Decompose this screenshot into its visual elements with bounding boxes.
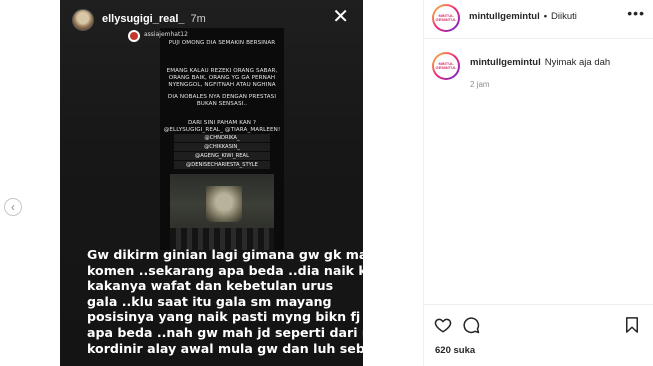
story-avatar — [72, 9, 94, 31]
logo-text: MINTUL GEMINTUL — [434, 6, 458, 30]
divider — [424, 38, 653, 39]
caption-line: kakanya wafat dan kebetulan urus — [87, 278, 334, 294]
caption-line: posisinya yang naik pasti myng bikn fj .… — [87, 309, 363, 325]
logo-line-2: GEMINTUL — [435, 65, 457, 70]
comment-avatar[interactable]: MINTUL GEMINTUL — [432, 52, 460, 80]
separator-dot: • — [543, 11, 548, 22]
story-time: 7m — [190, 13, 206, 25]
like-count[interactable]: 620 suka — [435, 345, 475, 356]
profile-avatar[interactable]: MINTUL GEMINTUL — [432, 4, 460, 32]
logo-line-2: GEMINTUL — [435, 17, 457, 22]
repost-tag: @AGENG_KIWI_REAL — [174, 152, 270, 160]
repost-tag: @CHIKKASIN_ — [174, 143, 270, 151]
repost-line-2: EMANG KALAU REZEKI ORANG SABAR, ORANG BA… — [166, 68, 278, 88]
repost-line-1: PUJI OMONG DIA SEMAKIN BERSINAR — [168, 40, 276, 46]
comment-body: Nyimak aja dah — [544, 57, 611, 68]
caption-comment: mintullgemintul Nyimak aja dah — [470, 57, 646, 68]
story-username-text: ellysugigi_real_ — [102, 13, 185, 25]
repost-photo — [170, 174, 274, 250]
story-screenshot: ellysugigi_real_ 7m ✕ assiajemhat12 PUJI … — [60, 0, 363, 366]
post-media-area: ‹ ellysugigi_real_ 7m ✕ assiajemhat12 PUJ… — [0, 0, 423, 366]
story-username: ellysugigi_real_ 7m — [102, 13, 206, 25]
repost-line-4: DARI SINI PAHAM KAN ? @ELLYSUGIGI_REAL_ … — [163, 120, 281, 133]
repost-avatar — [128, 30, 140, 42]
story-caption: Gw dikirm ginian lagi gimana gw gk mau k… — [87, 247, 363, 356]
reposted-story: assiajemhat12 PUJI OMONG DIA SEMAKIN BER… — [128, 28, 284, 250]
caption-line: gala ..klu saat itu gala sm mayang — [87, 293, 332, 309]
caption-line: kordinir alay awal mula gw dan luh sebut — [87, 340, 363, 356]
chevron-left-icon[interactable]: ‹ — [4, 198, 22, 216]
header-username[interactable]: mintullgemintul — [469, 11, 540, 22]
repost-username: assiajemhat12 — [144, 31, 188, 38]
comment-bubble-icon[interactable] — [462, 316, 480, 334]
caption-line: Gw dikirm ginian lagi gimana gw gk mau — [87, 247, 363, 262]
divider — [424, 304, 653, 305]
caption-line: komen ..sekarang apa beda ..dia naik kar… — [87, 262, 363, 278]
repost-tag: @DENISECHARIESTA_STYLE — [174, 161, 270, 169]
comment-username[interactable]: mintullgemintul — [470, 57, 541, 68]
caption-line: apa beda ..nah gw mah jd seperti dari no… — [87, 324, 363, 340]
post-side-panel: MINTUL GEMINTUL mintullgemintul • Diikuti … — [423, 0, 653, 366]
heart-icon[interactable] — [434, 316, 452, 334]
repost-line-3: DIA NOBALES NYA DENGAN PRESTASI BUKAN SE… — [167, 94, 277, 107]
bookmark-icon[interactable] — [623, 316, 641, 334]
post-header: mintullgemintul • Diikuti — [469, 11, 577, 22]
comment-time: 2 jam — [470, 80, 490, 89]
following-button[interactable]: Diikuti — [551, 11, 577, 22]
stage-screen — [206, 186, 242, 222]
repost-tag: @CHNDRIKA_ — [174, 134, 270, 142]
logo-text: MINTUL GEMINTUL — [434, 54, 458, 78]
close-icon[interactable]: ✕ — [332, 7, 349, 27]
more-options-icon[interactable]: ••• — [627, 5, 645, 21]
